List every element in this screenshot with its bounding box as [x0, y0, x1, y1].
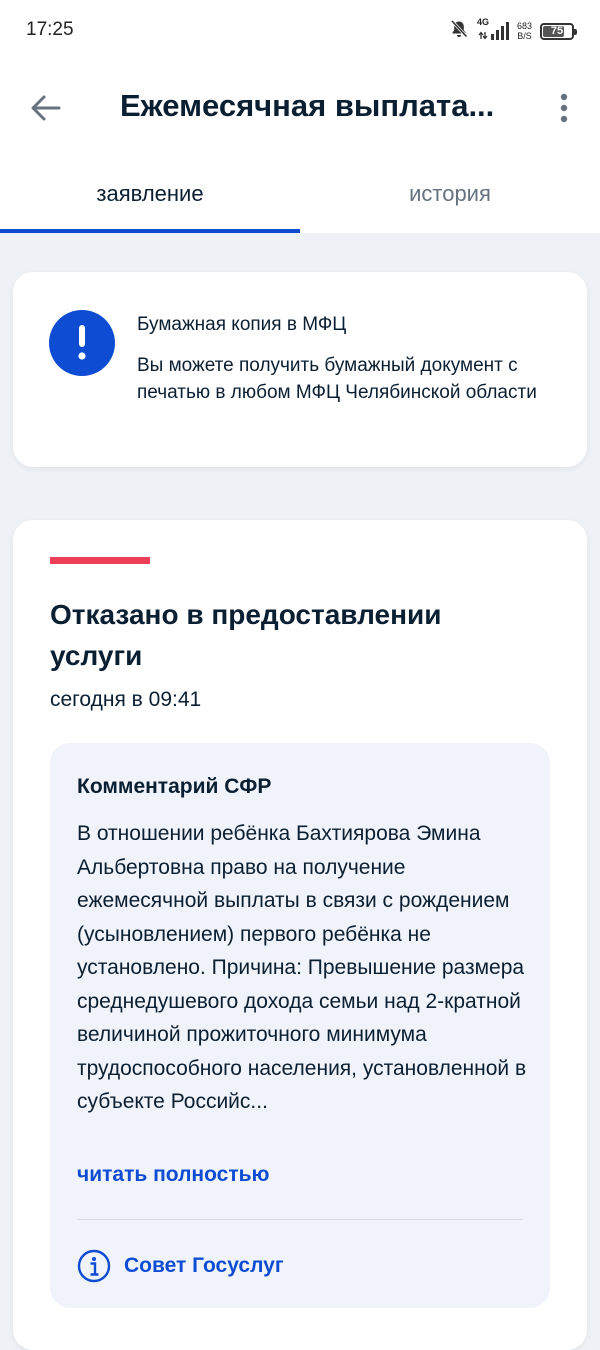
gosuslugi-advice-link[interactable]: Совет Госуслуг: [77, 1248, 284, 1284]
divider: [77, 1219, 523, 1220]
battery-nub: [574, 28, 577, 35]
app-bar: Ежемесячная выплата...: [0, 62, 600, 154]
advice-label: Совет Госуслуг: [124, 1254, 284, 1277]
mfc-paper-copy-card[interactable]: Бумажная копия в МФЦ Вы можете получить …: [13, 272, 587, 467]
tabs: заявление история: [0, 160, 600, 233]
notice-title: Бумажная копия в МФЦ: [137, 314, 347, 335]
read-more-link[interactable]: читать полностью: [77, 1163, 269, 1187]
tab-application[interactable]: заявление: [0, 160, 300, 233]
tab-application-label: заявление: [96, 181, 204, 206]
mute-icon: [449, 19, 469, 44]
network-speed-value: 683: [516, 21, 532, 31]
comment-text: В отношении ребёнка Бахтиярова Эмина Аль…: [77, 822, 527, 1113]
status-time: 17:25: [26, 19, 74, 40]
back-button[interactable]: [22, 86, 70, 134]
page-title: Ежемесячная выплата...: [120, 88, 495, 123]
application-status-card: Отказано в предоставлении услуги сегодня…: [13, 520, 587, 1350]
more-options-button[interactable]: [546, 86, 582, 134]
header-area: 17:25 4G 683 B/S 75 Ежемесячная выплата.…: [0, 0, 600, 233]
tab-history-label: история: [409, 181, 491, 206]
active-tab-indicator: [0, 229, 300, 233]
status-title: Отказано в предоставлении услуги: [50, 599, 442, 671]
status-bar: 17:25 4G 683 B/S 75: [0, 0, 600, 62]
network-speed-unit: B/S: [517, 31, 532, 41]
signal-bars-icon: [490, 21, 509, 45]
status-stripe: [50, 557, 150, 564]
network-type: 4G: [476, 16, 489, 27]
tab-history[interactable]: история: [300, 160, 600, 233]
signal-indicator: 4G: [476, 16, 509, 45]
battery-level: 75: [550, 25, 564, 37]
status-icons: 4G 683 B/S 75: [449, 16, 577, 45]
info-icon: [77, 1249, 111, 1283]
comment-title: Комментарий СФР: [77, 775, 272, 798]
notice-text: Вы можете получить бумажный документ с п…: [137, 355, 537, 403]
network-speed: 683 B/S: [517, 21, 532, 41]
comment-box: Комментарий СФР В отношении ребёнка Бахт…: [50, 743, 550, 1308]
more-vertical-icon: [559, 93, 569, 128]
exclamation-icon: [49, 310, 115, 376]
status-time: сегодня в 09:41: [50, 688, 202, 711]
data-arrows-icon: [478, 27, 488, 45]
battery-icon: 75: [540, 22, 577, 40]
arrow-left-icon: [31, 95, 61, 126]
